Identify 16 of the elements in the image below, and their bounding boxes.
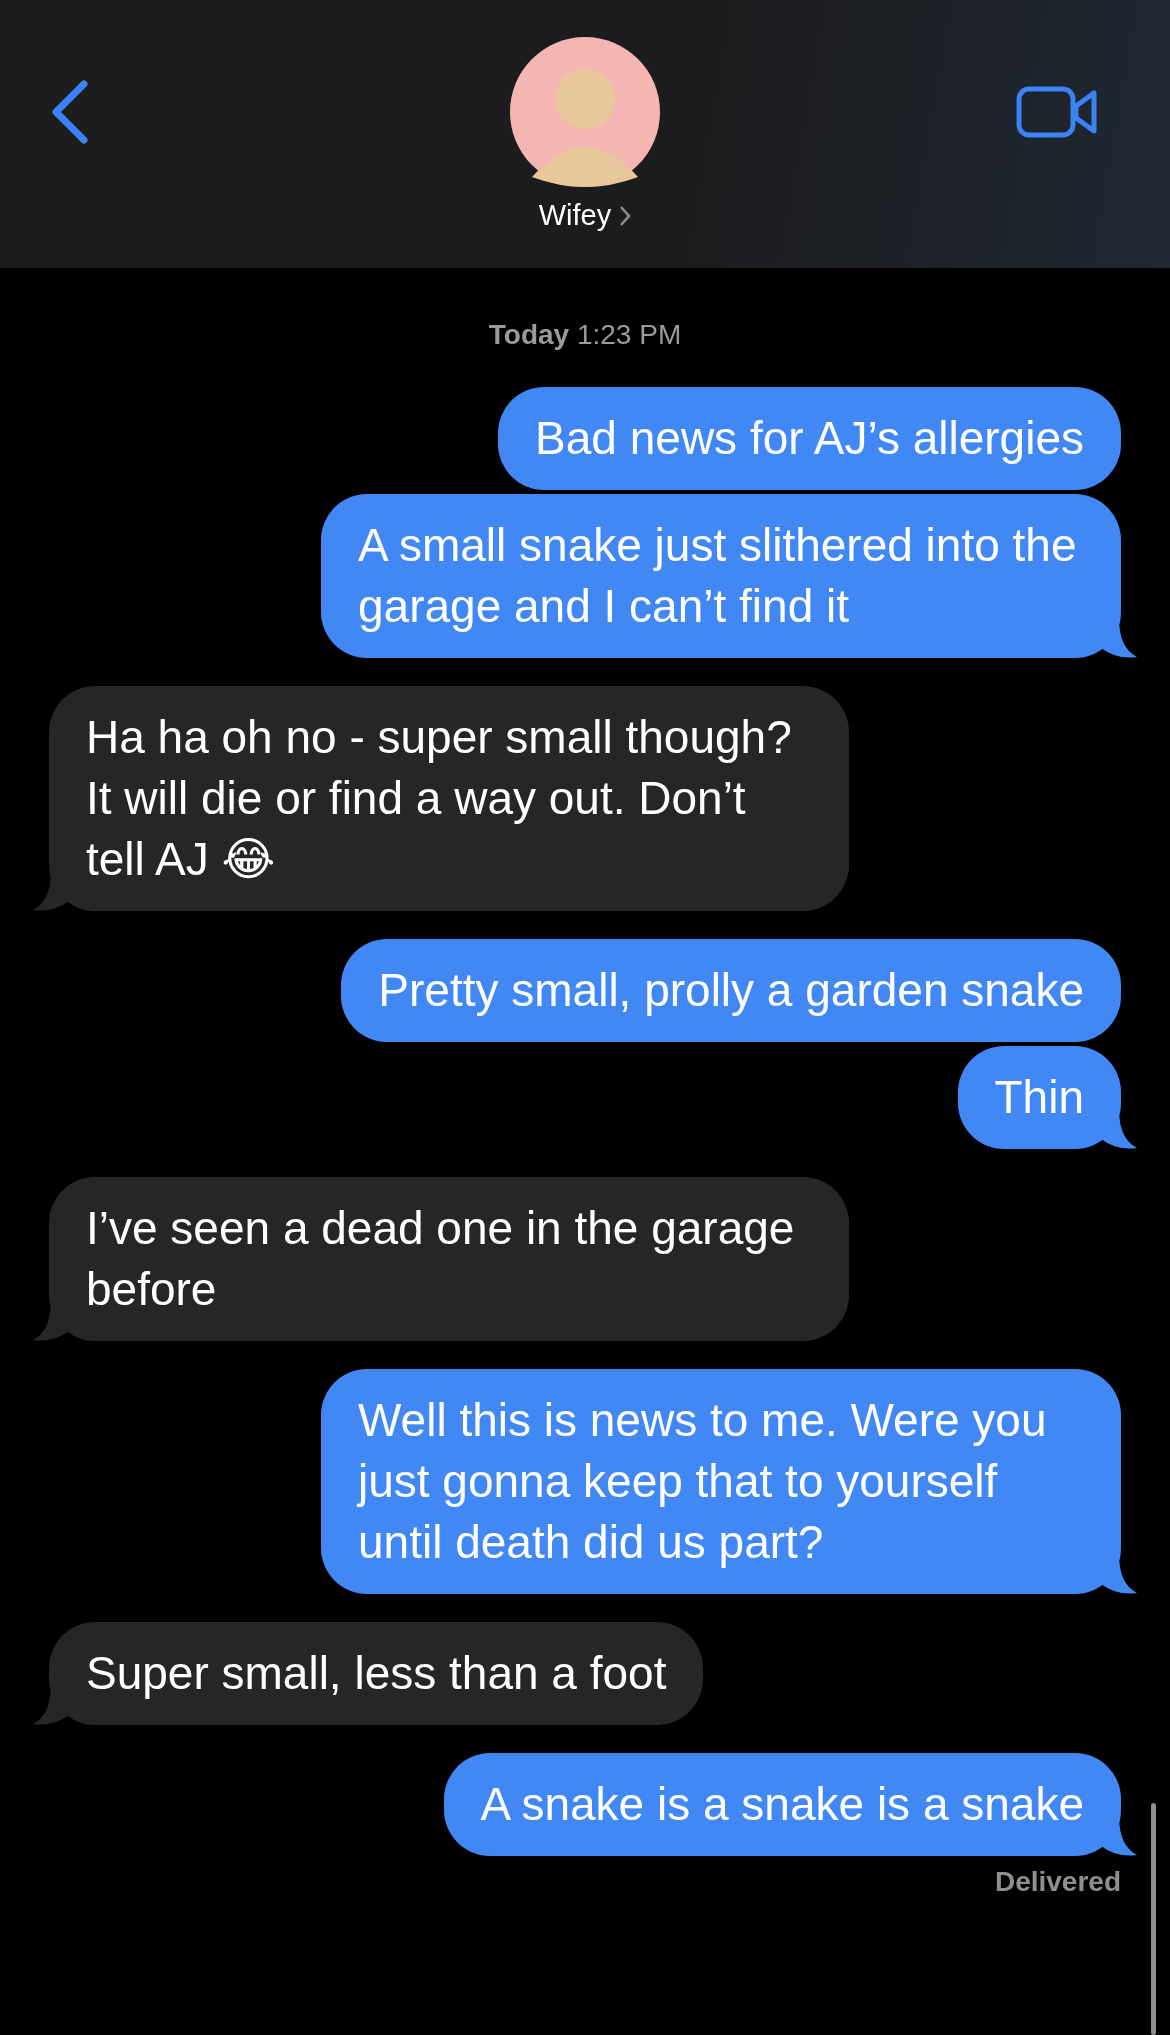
avatar-icon[interactable] bbox=[510, 37, 660, 187]
video-camera-icon[interactable] bbox=[1016, 86, 1098, 138]
sent-message-bubble: A small snake just slithered into the garage and I can’t find it bbox=[321, 494, 1121, 658]
back-icon[interactable] bbox=[50, 80, 90, 144]
contact-name-link[interactable]: Wifey bbox=[538, 199, 632, 232]
sent-message-bubble: Bad news for AJ’s allergies bbox=[498, 387, 1121, 490]
sent-message-bubble: Pretty small, prolly a garden snake bbox=[341, 939, 1121, 1042]
received-message-bubble: Ha ha oh no - super small though? It will die or find a way out. Don’t tell AJ 😂 bbox=[49, 686, 849, 911]
chevron-right-icon bbox=[619, 204, 632, 227]
received-message-bubble: Super small, less than a foot bbox=[49, 1622, 704, 1725]
sent-message-bubble: A snake is a snake is a snake bbox=[443, 1753, 1121, 1856]
timestamp: Today 1:23 PM bbox=[488, 319, 682, 350]
sent-message-bubble: Well this is news to me. Were you just gonna keep that to yourself until death did us part? bbox=[321, 1369, 1121, 1594]
received-message-bubble: I’ve seen a dead one in the garage before bbox=[49, 1177, 849, 1341]
sent-message-bubble: Thin bbox=[957, 1046, 1121, 1149]
delivery-status: Delivered bbox=[994, 1866, 1121, 1897]
